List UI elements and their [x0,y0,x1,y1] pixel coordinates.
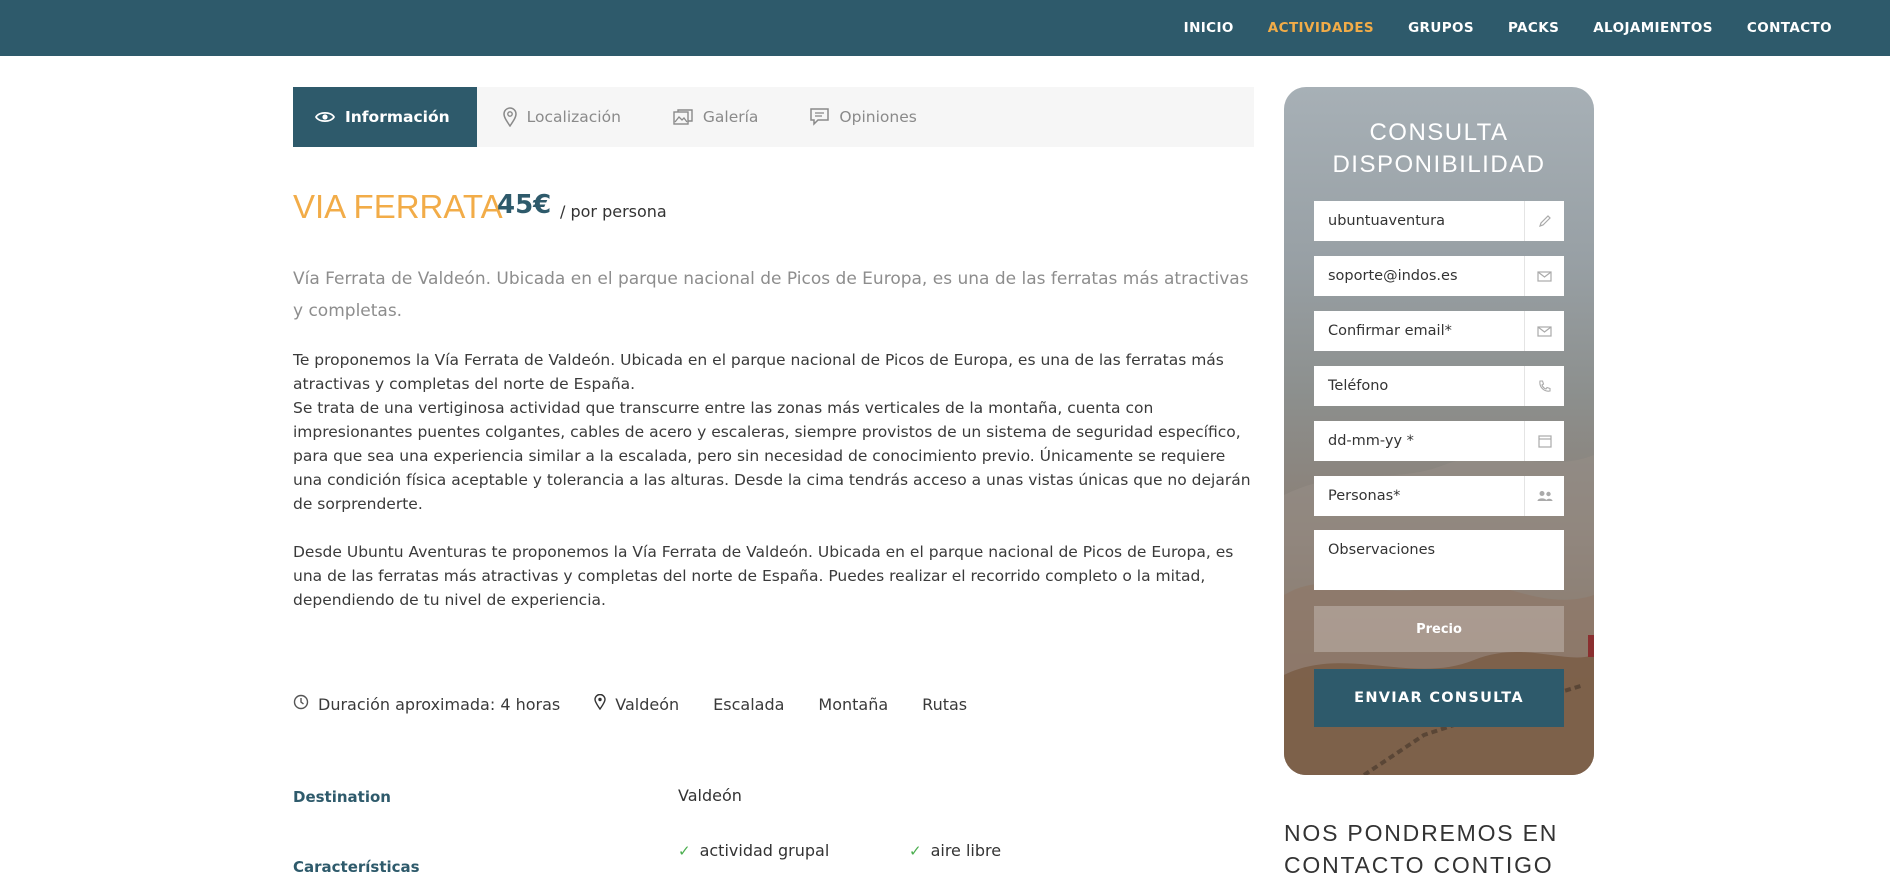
activity-lead: Vía Ferrata de Valdeón. Ubicada en el pa… [293,269,1249,321]
tab-informacion[interactable]: Información [293,87,477,147]
activity-title: VIA FERRATA [293,188,503,225]
date-field[interactable]: dd-mm-yy * [1314,421,1564,461]
feature-text: aire libre [930,841,1002,860]
users-icon [1524,476,1564,516]
check-icon: ✓ [909,841,922,860]
feature-item: ✓ actividad grupal [678,841,829,860]
envelope-icon [1524,256,1564,296]
description-paragraph-2: Desde Ubuntu Aventuras te proponemos la … [293,543,1234,609]
phone-field[interactable]: Teléfono [1314,366,1564,406]
tag-montana[interactable]: Montaña [818,695,888,714]
send-inquiry-button[interactable]: ENVIAR CONSULTA [1314,669,1564,727]
nav-item-alojamientos[interactable]: ALOJAMIENTOS [1593,20,1713,36]
date-placeholder: dd-mm-yy * [1328,433,1414,449]
name-value: ubuntuaventura [1328,213,1445,229]
feature-item: ✓ aire libre [909,841,1001,860]
persons-field[interactable]: Personas* [1314,476,1564,516]
activity-meta: Duración aproximada: 4 horas Valdeón Esc… [293,693,1001,714]
phone-placeholder: Teléfono [1328,378,1389,394]
availability-form-card: CONSULTA DISPONIBILIDAD ubuntuaventura s… [1284,87,1594,775]
description-paragraph: Te proponemos la Vía Ferrata de Valdeón.… [293,348,1255,516]
nav-item-grupos[interactable]: GRUPOS [1408,20,1474,36]
tag-rutas[interactable]: Rutas [922,695,967,714]
description-line-b: Se trata de una vertiginosa actividad qu… [293,399,1251,513]
tab-galeria-label: Galería [702,108,759,126]
eye-icon [315,110,335,124]
tab-galeria[interactable]: Galería [647,87,785,147]
confirm-email-placeholder: Confirmar email* [1328,323,1452,339]
contact-heading: NOS PONDREMOS EN CONTACTO CONTIGO [1284,820,1559,878]
email-field[interactable]: soporte@indos.es [1314,256,1564,296]
form-title: CONSULTA DISPONIBILIDAD [1284,117,1594,181]
location-text: Valdeón [615,694,680,714]
duration-info: Duración aproximada: 4 horas [293,694,560,714]
nav-item-inicio[interactable]: INICIO [1184,20,1234,36]
pencil-icon [1524,201,1564,241]
phone-icon [1524,366,1564,406]
check-icon: ✓ [678,841,691,860]
tab-opiniones[interactable]: Opiniones [784,87,942,147]
feature-text: actividad grupal [699,841,830,860]
confirm-email-field[interactable]: Confirmar email* [1314,311,1564,351]
location-info[interactable]: Valdeón [594,693,680,714]
top-navigation-bar: INICIO ACTIVIDADES GRUPOS PACKS ALOJAMIE… [0,0,1890,56]
map-pin-icon [502,107,517,127]
destination-label: Destination [293,788,391,806]
tab-localizacion-label: Localización [526,108,621,126]
features-label: Características [293,858,420,876]
nav-item-actividades[interactable]: ACTIVIDADES [1268,20,1374,36]
envelope-icon [1524,311,1564,351]
activity-tabs: Información Localización Galería Opinion… [293,87,1254,147]
activity-description: Te proponemos la Vía Ferrata de Valdeón.… [293,348,1255,612]
name-field[interactable]: ubuntuaventura [1314,201,1564,241]
form-title-line: DISPONIBILIDAD [1332,151,1546,178]
duration-text: Duración aproximada: 4 horas [318,694,561,714]
email-value: soporte@indos.es [1328,268,1458,284]
destination-value: Valdeón [678,786,742,805]
notes-textarea[interactable]: Observaciones [1314,530,1564,590]
persons-placeholder: Personas* [1328,488,1401,504]
price-button[interactable]: Precio [1314,606,1564,652]
description-line-a: Te proponemos la Vía Ferrata de Valdeón.… [293,351,1224,393]
tab-informacion-label: Información [345,108,450,126]
tab-opiniones-label: Opiniones [839,108,917,126]
price-unit: / por persona [560,202,667,221]
nav-item-contacto[interactable]: CONTACTO [1747,20,1832,36]
form-title-line: CONSULTA [1369,119,1509,146]
main-menu: INICIO ACTIVIDADES GRUPOS PACKS ALOJAMIE… [1184,0,1832,56]
comment-icon [810,108,830,126]
map-pin-icon [594,693,606,714]
activity-price: 45€ [497,190,552,220]
gallery-icon [673,108,693,126]
nav-item-packs[interactable]: PACKS [1508,20,1559,36]
tab-localizacion[interactable]: Localización [477,87,647,147]
clock-icon [293,694,309,714]
calendar-icon [1524,421,1564,461]
tag-escalada[interactable]: Escalada [713,695,784,714]
